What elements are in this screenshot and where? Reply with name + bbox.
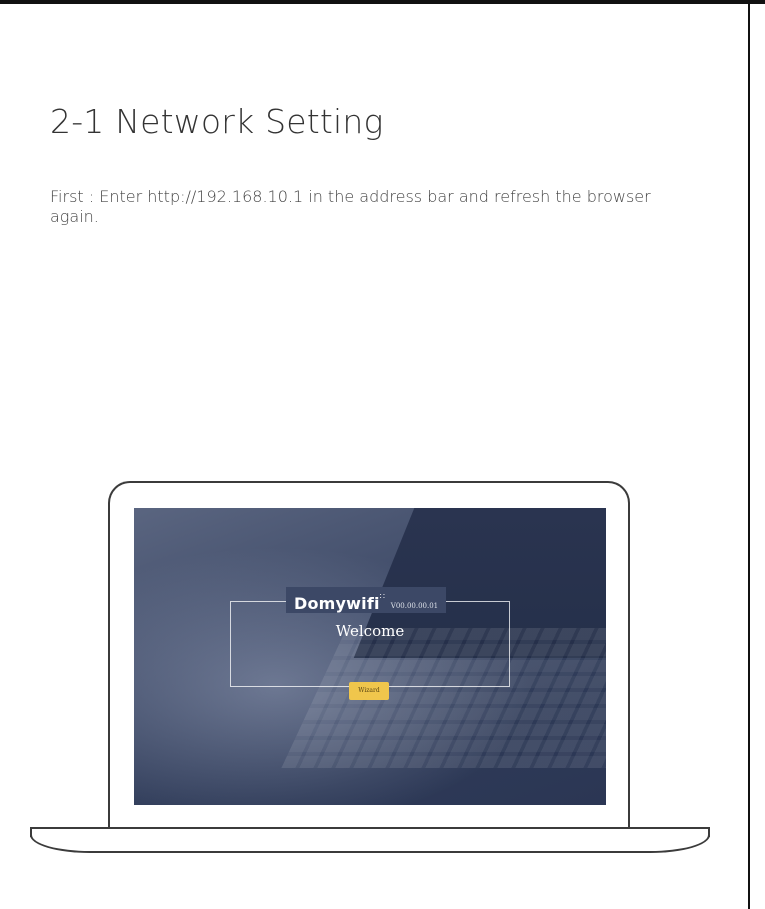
instruction-text: First : Enter http://192.168.10.1 in the… <box>50 187 651 226</box>
wifi-signal-icon: ∷ <box>379 592 385 601</box>
welcome-text: Welcome <box>335 622 405 640</box>
logo-group: Domywifi ∷ V00.00.00.01 <box>286 587 447 613</box>
page-frame-right <box>748 0 750 909</box>
page-title: 2-1 Network Setting <box>50 102 384 141</box>
laptop-base-bottom <box>30 835 710 853</box>
domywifi-logo: Domywifi <box>294 594 380 613</box>
version-label: V00.00.00.01 <box>390 602 439 610</box>
welcome-box <box>230 601 510 687</box>
laptop-screen: Domywifi ∷ V00.00.00.01 Welcome Wizard <box>134 508 606 805</box>
laptop-base <box>30 827 710 855</box>
wizard-button[interactable]: Wizard <box>349 682 389 700</box>
page-frame-top <box>0 0 765 4</box>
